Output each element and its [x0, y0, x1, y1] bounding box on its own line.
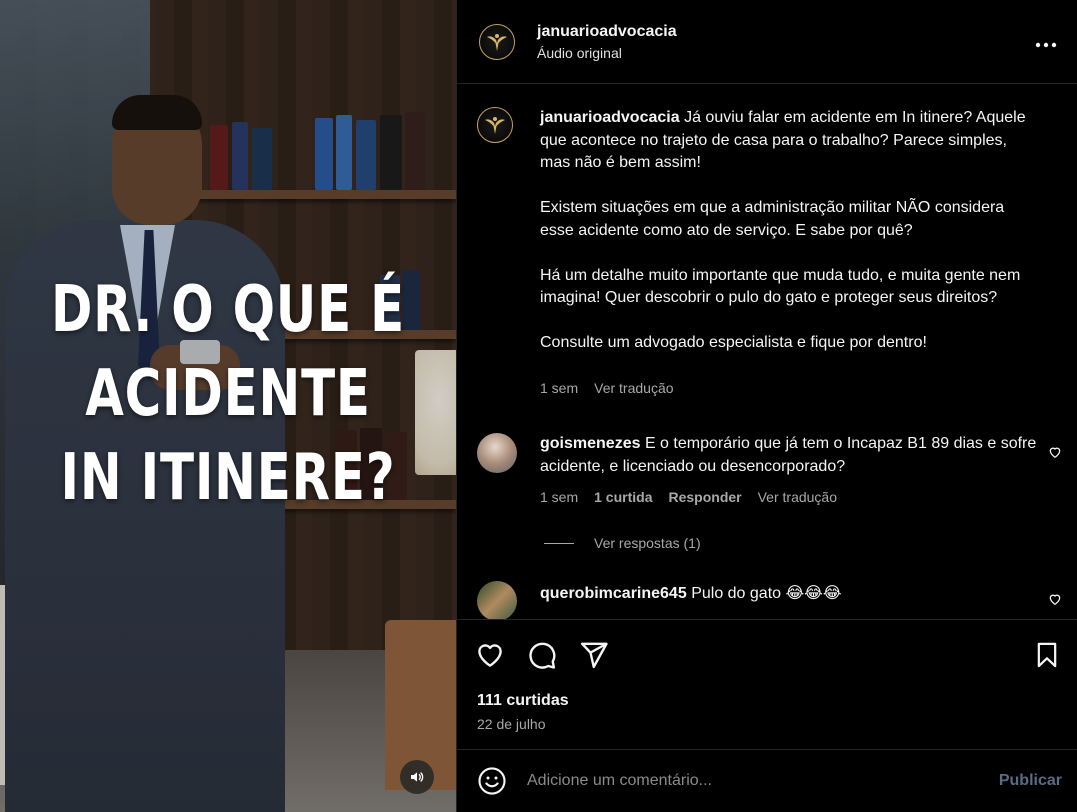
video-overlay-title: DR. O QUE É ACIDENTE IN ITINERE?	[50, 268, 406, 520]
more-options-button[interactable]	[1035, 28, 1057, 54]
post-caption: januarioadvocacia Já ouviu falar em acid…	[477, 107, 1057, 400]
more-dots-icon	[1035, 42, 1057, 48]
comment-text: Pulo do gato 😂😂😂	[691, 585, 842, 602]
reply-button[interactable]: Responder	[668, 486, 741, 509]
avatar[interactable]	[477, 433, 517, 473]
header-username[interactable]: januarioadvocacia	[537, 23, 677, 41]
brand-logo-icon	[485, 117, 505, 134]
view-replies-button[interactable]: Ver respostas (1)	[544, 535, 701, 551]
overlay-line: DR. O QUE É	[50, 273, 406, 347]
comment-composer: Publicar	[457, 749, 1077, 812]
caption-text: Consulte um advogado especialista e fiqu…	[540, 334, 927, 351]
comment-bubble-icon	[529, 642, 556, 669]
likes-count[interactable]: 111 curtidas	[477, 692, 569, 710]
post-panel: januarioadvocacia Áudio original januari…	[456, 0, 1077, 812]
avatar[interactable]	[477, 107, 513, 143]
comment-time[interactable]: 1 sem	[540, 486, 578, 509]
emoji-icon	[478, 767, 506, 795]
heart-icon	[1049, 594, 1061, 606]
caption-text: Há um detalhe muito importante que muda …	[540, 266, 1021, 307]
comments-section[interactable]: januarioadvocacia Já ouviu falar em acid…	[457, 85, 1077, 619]
publish-button[interactable]: Publicar	[999, 772, 1062, 790]
avatar[interactable]	[479, 23, 515, 60]
view-replies-label: Ver respostas (1)	[594, 535, 701, 551]
caption-text: Existem situações em que a administração…	[540, 199, 1005, 239]
overlay-line: IN ITINERE?	[60, 441, 396, 515]
mute-button[interactable]	[400, 760, 434, 794]
comment-username[interactable]: querobimcarine645	[540, 585, 687, 602]
send-icon	[580, 642, 608, 669]
overlay-line: ACIDENTE	[85, 357, 371, 431]
heart-icon	[1049, 447, 1061, 459]
brand-logo-icon	[487, 33, 507, 51]
comment-button[interactable]	[527, 640, 557, 670]
emoji-button[interactable]	[477, 766, 507, 796]
speaker-icon	[411, 772, 424, 782]
original-audio-link[interactable]: Áudio original	[537, 45, 677, 61]
avatar[interactable]	[477, 581, 517, 619]
like-button[interactable]	[475, 640, 505, 670]
translate-link[interactable]: Ver tradução	[594, 377, 673, 400]
comment-username[interactable]: goismenezes	[540, 435, 640, 452]
comment-likes[interactable]: 1 curtida	[594, 486, 652, 509]
comment-input[interactable]	[527, 772, 967, 790]
heart-icon	[478, 644, 502, 667]
bookmark-icon	[1037, 642, 1057, 668]
share-button[interactable]	[579, 640, 609, 670]
save-button[interactable]	[1032, 640, 1062, 670]
like-comment-button[interactable]	[1048, 445, 1064, 461]
reel-video[interactable]: DR. O QUE É ACIDENTE IN ITINERE?	[0, 0, 456, 812]
divider	[544, 542, 574, 544]
comment: querobimcarine645 Pulo do gato 😂😂😂	[477, 581, 1057, 619]
like-comment-button[interactable]	[1048, 592, 1064, 608]
translate-link[interactable]: Ver tradução	[758, 486, 837, 509]
caption-username[interactable]: januarioadvocacia	[540, 109, 680, 126]
post-date: 22 de julho	[477, 716, 546, 732]
comment: goismenezes E o temporário que já tem o …	[477, 433, 1057, 509]
post-header: januarioadvocacia Áudio original	[457, 0, 1077, 84]
caption-time[interactable]: 1 sem	[540, 377, 578, 400]
post-actions: 111 curtidas 22 de julho	[457, 619, 1077, 749]
